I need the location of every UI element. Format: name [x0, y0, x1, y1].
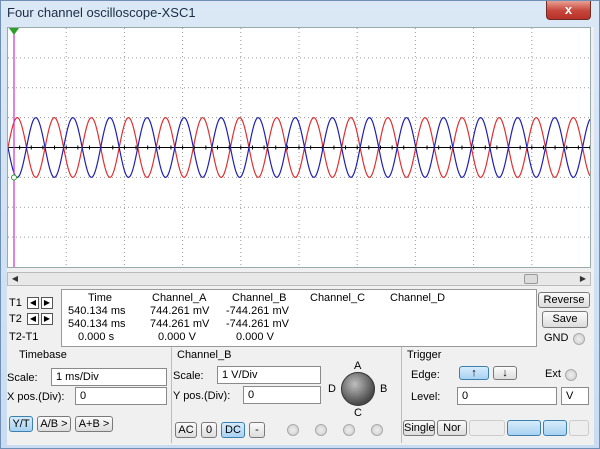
knob-label-d: D: [328, 383, 336, 395]
t2-t1-label: T2-T1: [9, 331, 39, 343]
knob-label-b: B: [380, 383, 388, 395]
oscilloscope-window: Four channel oscilloscope-XSC1 x ◀ ▶ T1 …: [0, 0, 600, 449]
save-button[interactable]: Save: [542, 311, 588, 328]
dc-coupling-button[interactable]: DC: [221, 422, 245, 438]
scroll-left-icon[interactable]: ◀: [8, 273, 22, 285]
trigger-button-5[interactable]: [543, 420, 567, 436]
reverse-button[interactable]: Reverse: [538, 292, 590, 308]
t2-right-arrow-icon[interactable]: ▶: [41, 313, 53, 325]
gnd-label: GND: [544, 332, 569, 344]
cursor-marker-icon: [9, 28, 19, 35]
trigger-marker-icon: [11, 174, 17, 181]
t1-right-arrow-icon[interactable]: ▶: [41, 297, 53, 309]
trigger-title: Trigger: [407, 349, 442, 361]
channel-scale-field[interactable]: 1 V/Div: [217, 366, 321, 384]
col-header-channel-d: Channel_D: [390, 292, 446, 304]
gnd-radio[interactable]: [573, 333, 585, 345]
ac-coupling-button[interactable]: AC: [175, 422, 197, 438]
knob-label-c: C: [354, 407, 362, 419]
channel-radio-3[interactable]: [343, 424, 355, 436]
trigger-button-3[interactable]: [469, 420, 505, 436]
scroll-thumb[interactable]: [524, 274, 539, 284]
t1-channel-a: 744.261 mV: [150, 305, 210, 317]
oscilloscope-screen: [7, 27, 591, 268]
rising-edge-icon[interactable]: ↑: [459, 366, 489, 380]
col-header-time: Time: [88, 292, 113, 304]
edge-label: Edge:: [411, 369, 440, 381]
diff-channel-a: 0.000 V: [158, 331, 196, 343]
t1-time: 540.134 ms: [68, 305, 126, 317]
cursor-panel: T1 ◀ ▶ T2 ◀ ▶ T2-T1 Time Channel_A Chann…: [7, 289, 537, 347]
trigger-button-4[interactable]: [507, 420, 541, 436]
t2-channel-a: 744.261 mV: [150, 318, 210, 330]
timebase-title: Timebase: [19, 349, 67, 361]
diff-channel-b: 0.000 V: [236, 331, 274, 343]
xpos-field[interactable]: 0: [75, 387, 167, 405]
timebase-scale-label: Scale:: [7, 372, 38, 384]
divider: [171, 347, 172, 443]
single-trigger-button[interactable]: Single: [403, 420, 435, 436]
timebase-scale-field[interactable]: 1 ms/Div: [51, 368, 167, 386]
col-header-channel-b: Channel_B: [232, 292, 287, 304]
diff-time: 0.000 s: [78, 331, 115, 343]
client-area: ◀ ▶ T1 ◀ ▶ T2 ◀ ▶ T2-T1 Time Channel_A C…: [7, 27, 594, 445]
t2-label: T2: [9, 313, 22, 325]
ypos-label: Y pos.(Div):: [173, 390, 231, 402]
title-bar: Four channel oscilloscope-XSC1 x: [1, 1, 599, 24]
cursor-readout-table: Time Channel_A Channel_B Channel_C Chann…: [61, 289, 537, 347]
ext-radio[interactable]: [565, 369, 577, 381]
channel-radio-2[interactable]: [315, 424, 327, 436]
falling-edge-icon[interactable]: ↓: [493, 366, 517, 380]
xpos-label: X pos.(Div):: [7, 391, 65, 403]
t1-left-arrow-icon[interactable]: ◀: [27, 297, 39, 309]
close-button[interactable]: x: [546, 1, 591, 20]
window-title: Four channel oscilloscope-XSC1: [7, 5, 196, 20]
divider: [401, 347, 402, 443]
channel-radio-4[interactable]: [371, 424, 383, 436]
normal-trigger-button[interactable]: Nor: [437, 420, 467, 436]
level-unit[interactable]: V: [561, 387, 589, 405]
waveform-plot: [8, 28, 590, 267]
time-scrollbar[interactable]: ◀ ▶: [7, 272, 591, 286]
knob-label-a: A: [354, 360, 362, 372]
zero-coupling-button[interactable]: 0: [201, 422, 217, 438]
trigger-button-6[interactable]: [569, 420, 589, 436]
ab-mode-button[interactable]: A/B >: [37, 416, 71, 432]
channel-selector-knob-icon[interactable]: [341, 372, 375, 406]
ypos-field[interactable]: 0: [243, 386, 321, 404]
col-header-channel-c: Channel_C: [310, 292, 366, 304]
t1-label: T1: [9, 297, 22, 309]
ext-label: Ext: [545, 368, 561, 380]
t2-channel-b: -744.261 mV: [226, 318, 289, 330]
t2-left-arrow-icon[interactable]: ◀: [27, 313, 39, 325]
channel-scale-label: Scale:: [173, 370, 204, 382]
col-header-channel-a: Channel_A: [152, 292, 207, 304]
channel-title: Channel_B: [177, 349, 232, 361]
t1-channel-b: -744.261 mV: [226, 305, 289, 317]
channel-radio-1[interactable]: [287, 424, 299, 436]
scroll-right-icon[interactable]: ▶: [576, 273, 590, 285]
invert-button[interactable]: -: [249, 422, 265, 438]
level-field[interactable]: 0: [457, 387, 557, 405]
a-plus-b-mode-button[interactable]: A+B >: [75, 416, 113, 432]
t2-time: 540.134 ms: [68, 318, 126, 330]
level-label: Level:: [411, 391, 441, 403]
yt-mode-button[interactable]: Y/T: [9, 416, 33, 432]
